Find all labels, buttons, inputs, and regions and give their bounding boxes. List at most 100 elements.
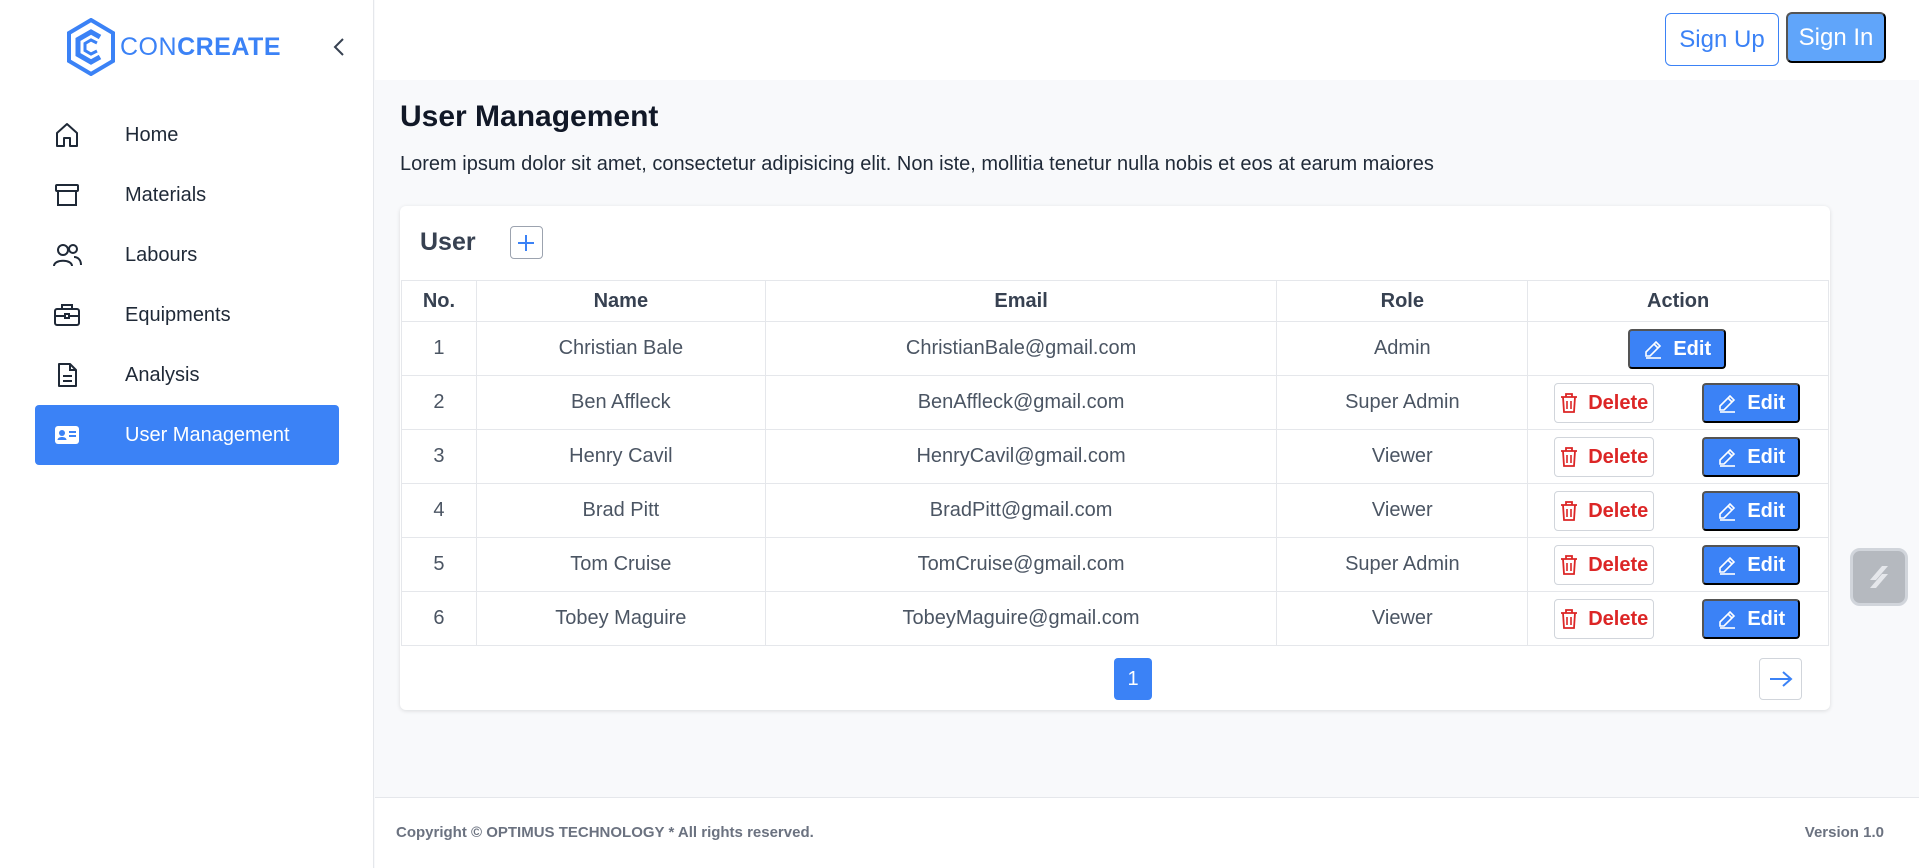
sidebar-item-home[interactable]: Home [35, 105, 339, 165]
sidebar-item-labours[interactable]: Labours [35, 225, 339, 285]
cell-no: 2 [401, 375, 477, 430]
cell-action: Delete Edit [1527, 591, 1829, 646]
sidebar-item-label: Labours [125, 243, 198, 266]
cell-role: Viewer [1276, 591, 1529, 646]
cell-action: Delete Edit [1527, 429, 1829, 484]
sidebar-item-label: User Management [125, 423, 290, 446]
sidebar-item-equipments[interactable]: Equipments [35, 285, 339, 345]
sign-up-button[interactable]: Sign Up [1665, 13, 1779, 66]
delete-button[interactable]: Delete [1554, 599, 1655, 639]
concreate-logo-icon [67, 18, 115, 76]
trash-icon [1561, 447, 1578, 467]
delete-label: Delete [1588, 445, 1649, 468]
cell-action: Delete Edit [1527, 537, 1829, 592]
pagination-next-button[interactable] [1759, 658, 1802, 700]
sidebar: CONCREATE Home Materials Labours Equipme… [0, 0, 374, 868]
pagination-page-1[interactable]: 1 [1114, 658, 1152, 700]
sign-in-button[interactable]: Sign In [1786, 12, 1886, 63]
pencil-icon [1719, 556, 1736, 575]
edit-label: Edit [1747, 607, 1786, 630]
edit-button[interactable]: Edit [1702, 545, 1801, 585]
sidebar-item-analysis[interactable]: Analysis [35, 345, 339, 405]
footer: Copyright © OPTIMUS TECHNOLOGY * All rig… [375, 797, 1919, 868]
column-header-role[interactable]: Role [1276, 280, 1529, 322]
edit-button[interactable]: Edit [1702, 599, 1801, 639]
sidebar-item-label: Home [125, 123, 179, 146]
cell-action: Edit [1527, 321, 1829, 376]
card-header: User [420, 226, 543, 259]
cell-no: 3 [401, 429, 477, 484]
brand-name: CONCREATE [120, 32, 281, 61]
delete-label: Delete [1588, 607, 1649, 630]
cell-no: 1 [401, 321, 477, 376]
delete-label: Delete [1588, 499, 1649, 522]
column-header-action: Action [1527, 280, 1829, 322]
edit-label: Edit [1747, 553, 1786, 576]
cell-action: Delete Edit [1527, 483, 1829, 538]
card-title: User [420, 228, 476, 256]
table-row: 2 Ben Affleck BenAffleck@gmail.com Super… [401, 375, 1829, 430]
pencil-icon [1645, 340, 1662, 359]
edit-label: Edit [1747, 445, 1786, 468]
copyright-text: Copyright © OPTIMUS TECHNOLOGY * All rig… [396, 824, 814, 841]
cell-role: Admin [1276, 321, 1529, 376]
edit-label: Edit [1747, 499, 1786, 522]
table-row: 4 Brad Pitt BradPitt@gmail.com Viewer De… [401, 483, 1829, 538]
cell-no: 5 [401, 537, 477, 592]
delete-button[interactable]: Delete [1554, 545, 1655, 585]
delete-button[interactable]: Delete [1554, 491, 1655, 531]
cell-email: TobeyMaguire@gmail.com [764, 591, 1278, 646]
cell-role: Viewer [1276, 429, 1529, 484]
pencil-icon [1719, 448, 1736, 467]
column-header-name[interactable]: Name [475, 280, 766, 322]
version-text: Version 1.0 [1804, 824, 1884, 841]
collapse-sidebar-button[interactable] [328, 34, 350, 60]
column-header-no[interactable]: No. [401, 280, 477, 322]
page-description: Lorem ipsum dolor sit amet, consectetur … [400, 153, 1434, 175]
table-row: 6 Tobey Maguire TobeyMaguire@gmail.com V… [401, 591, 1829, 646]
edit-button[interactable]: Edit [1702, 491, 1801, 531]
sidebar-item-label: Equipments [125, 303, 231, 326]
document-icon [51, 359, 83, 391]
edit-button[interactable]: Edit [1628, 329, 1727, 369]
floating-action-button[interactable] [1850, 548, 1908, 606]
cell-role: Viewer [1276, 483, 1529, 538]
plus-icon [518, 234, 535, 251]
edit-button[interactable]: Edit [1702, 437, 1801, 477]
cell-email: ChristianBale@gmail.com [764, 321, 1278, 376]
sidebar-item-materials[interactable]: Materials [35, 165, 339, 225]
column-header-email[interactable]: Email [764, 280, 1278, 322]
table-row: 1 Christian Bale ChristianBale@gmail.com… [401, 321, 1829, 376]
cell-email: TomCruise@gmail.com [764, 537, 1278, 592]
cell-name: Tom Cruise [475, 537, 766, 592]
edit-button[interactable]: Edit [1702, 383, 1801, 423]
table-row: 3 Henry Cavil HenryCavil@gmail.com Viewe… [401, 429, 1829, 484]
trash-icon [1561, 393, 1578, 413]
add-user-button[interactable] [509, 226, 543, 259]
brand-logo[interactable]: CONCREATE [66, 18, 281, 76]
cell-name: Henry Cavil [475, 429, 766, 484]
delete-button[interactable]: Delete [1554, 437, 1655, 477]
trash-icon [1561, 555, 1578, 575]
cell-no: 4 [401, 483, 477, 538]
chevron-left-icon [333, 38, 344, 56]
user-card: User No. Name Email Role Action 1 Christ… [400, 206, 1830, 710]
user-table: No. Name Email Role Action 1 Christian B… [401, 280, 1829, 646]
pencil-icon [1719, 394, 1736, 413]
users-icon [51, 239, 83, 271]
cell-role: Super Admin [1276, 537, 1529, 592]
sidebar-nav: Home Materials Labours Equipments Analys… [35, 105, 339, 465]
trash-icon [1561, 609, 1578, 629]
sidebar-item-user-management[interactable]: User Management [35, 405, 339, 465]
arrow-right-icon [1769, 671, 1793, 687]
sidebar-item-label: Analysis [125, 363, 200, 386]
cell-no: 6 [401, 591, 477, 646]
cell-email: BenAffleck@gmail.com [764, 375, 1278, 430]
cell-name: Christian Bale [475, 321, 766, 376]
delete-button[interactable]: Delete [1554, 383, 1655, 423]
edit-label: Edit [1747, 391, 1786, 414]
cell-name: Ben Affleck [475, 375, 766, 430]
trash-icon [1561, 501, 1578, 521]
slash-logo-icon [1870, 566, 1888, 588]
cell-role: Super Admin [1276, 375, 1529, 430]
